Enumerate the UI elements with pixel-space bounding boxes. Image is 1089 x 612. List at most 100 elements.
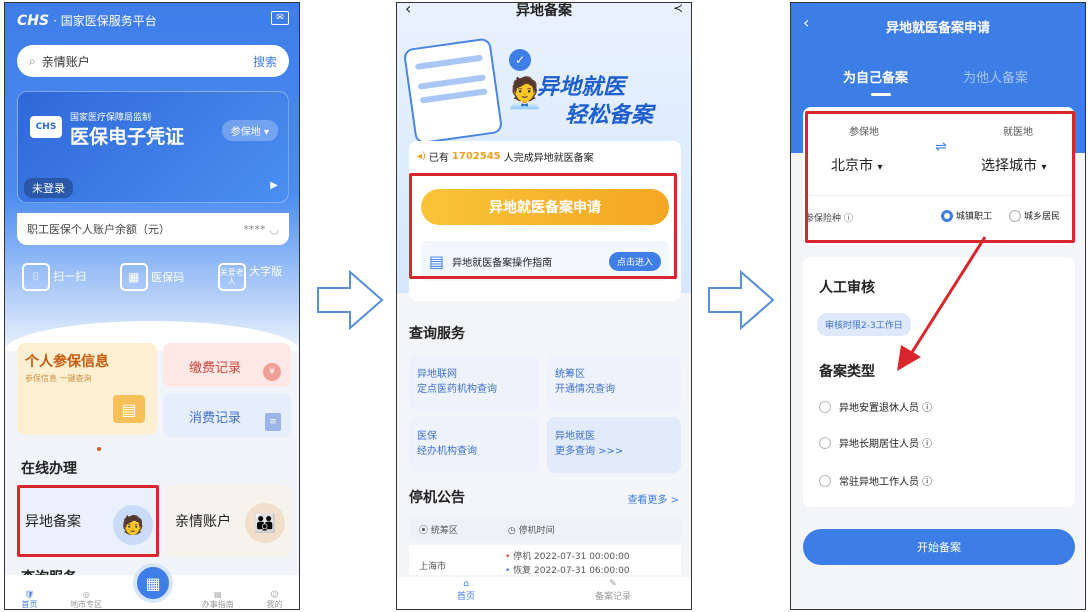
home-icon: ⌂ <box>463 579 469 589</box>
col-time-label: 停机时间 <box>518 525 555 536</box>
notice-resume: 恢复 2022-07-31 06:00:00 <box>513 566 630 575</box>
arrow-right-icon <box>317 269 384 331</box>
bigfont-label: 大字版 <box>249 265 283 278</box>
family-account-label: 亲情账户 <box>175 514 231 530</box>
payment-label: 缴费记录 <box>189 361 242 376</box>
count-pre: 已有 <box>428 153 449 164</box>
check-icon: ✓ <box>509 49 531 71</box>
tab-indicator <box>871 93 891 96</box>
notice-title: 停机公告 <box>409 490 465 506</box>
nav2-records-label: 备案记录 <box>594 592 631 602</box>
tile4-line2: 更多查询 >>> <box>555 446 624 457</box>
code-action[interactable]: ▦ 医保码 <box>119 259 185 329</box>
share-icon[interactable]: ≺ <box>673 3 683 15</box>
location-icon: ◎ <box>82 590 90 599</box>
balance-row[interactable]: 职工医保个人账户余额（元） **** ◡ <box>17 213 289 245</box>
query-tile-2[interactable]: 统筹区 开通情况查询 <box>547 355 681 411</box>
tile2-line1: 统筹区 <box>555 369 585 380</box>
banner-line2: 轻松备案 <box>565 103 654 128</box>
search-icon: ⌕ <box>29 53 36 68</box>
category-option-3[interactable]: 常驻异地工作人员 ⓘ <box>819 473 932 488</box>
search-bar[interactable]: ⌕ 亲情账户 搜索 <box>17 45 289 77</box>
nav-home-label: 首页 <box>21 600 38 609</box>
count-post: 人完成异地就医备案 <box>503 153 594 164</box>
region-select[interactable]: 参保地 ▾ <box>221 120 278 141</box>
page-dot <box>97 447 101 451</box>
nav2-records[interactable]: ✎ 备案记录 <box>594 579 631 609</box>
radio-empty-icon <box>819 436 831 449</box>
start-filing-button[interactable]: 开始备案 <box>803 529 1075 565</box>
medical-card[interactable]: CHS 国家医疗保障局监制 医保电子凭证 参保地 ▾ 未登录 ▶ <box>17 91 289 203</box>
chevron-right-icon[interactable]: ▶ <box>270 180 278 191</box>
folder-icon: ▤ <box>113 395 145 423</box>
message-icon[interactable]: ✉ <box>271 11 289 25</box>
query-tile-4[interactable]: 异地就医 更多查询 >>> <box>547 417 681 473</box>
query-tile-1[interactable]: 异地联网定点医药机构查询 <box>409 355 539 411</box>
nav-mine[interactable]: ☺ 我的 <box>267 590 283 609</box>
smile-icon: ☺ <box>270 590 279 599</box>
tile1-line1: 异地联网 <box>417 369 457 380</box>
radio-empty-icon <box>819 474 831 487</box>
quick-actions: ⌷ 扫一扫 ▦ 医保码 关爱老人 大字版 <box>5 259 299 329</box>
category-option-2[interactable]: 异地长期居住人员 ⓘ <box>819 435 932 450</box>
scan-label: 扫一扫 <box>53 270 87 283</box>
shield-icon: 🛡 <box>24 590 35 599</box>
family-account-tile[interactable]: 亲情账户 👪 <box>165 485 291 557</box>
scan-action[interactable]: ⌷ 扫一扫 <box>21 259 87 329</box>
code-label: 医保码 <box>151 271 185 284</box>
online-section-title: 在线办理 <box>21 461 77 477</box>
highlight-box-location <box>805 111 1075 243</box>
tile2-line2: 开通情况查询 <box>555 384 615 395</box>
personal-info-tile[interactable]: 个人参保信息 参保信息 一键查询 ▤ <box>17 343 157 435</box>
more-link[interactable]: 查看更多 > <box>627 491 679 506</box>
tab-other[interactable]: 为他人备案 <box>963 67 1028 86</box>
back-icon[interactable]: ‹ <box>405 3 411 18</box>
yen-icon: ¥ <box>263 363 281 381</box>
consume-tile[interactable]: 消费记录 ≡ <box>163 393 291 437</box>
receipt-icon: ≡ <box>265 413 281 431</box>
nav-city-label: 地市专区 <box>70 600 103 609</box>
chs-badge-icon: CHS <box>30 116 62 138</box>
count-value: 1702545 <box>451 151 501 162</box>
search-input[interactable]: 亲情账户 <box>42 53 253 70</box>
personal-info-sub: 参保信息 一键查询 <box>25 374 92 383</box>
tile1-line2: 定点医药机构查询 <box>417 384 497 395</box>
nav-guide[interactable]: ▤ 办事指南 <box>202 590 234 609</box>
login-status[interactable]: 未登录 <box>24 178 73 198</box>
eye-icon[interactable]: ◡ <box>269 223 279 236</box>
personal-info-title: 个人参保信息 <box>25 354 109 370</box>
page-title: 异地备案 <box>516 3 572 19</box>
category-label-1: 异地安置退休人员 ⓘ <box>839 403 933 414</box>
qrcode-fab[interactable]: ▦ <box>133 563 173 603</box>
platform-name: · 国家医保服务平台 <box>53 14 157 28</box>
query-tile-3[interactable]: 医保 经办机构查询 <box>409 417 539 473</box>
tab-self[interactable]: 为自己备案 <box>843 67 908 86</box>
category-title: 备案类型 <box>819 364 875 380</box>
scan-icon: ⌷ <box>21 263 50 291</box>
bigfont-action[interactable]: 关爱老人 大字版 <box>217 259 283 329</box>
highlight-box-apply <box>409 173 677 279</box>
payment-tile[interactable]: 缴费记录 ¥ <box>163 343 291 387</box>
review-title: 人工审核 <box>819 280 875 296</box>
col-region-label: 统筹区 <box>430 525 458 536</box>
tile3-line2: 经办机构查询 <box>417 446 477 457</box>
nav-home[interactable]: 🛡 首页 <box>21 590 38 609</box>
category-label-2: 异地长期居住人员 ⓘ <box>839 439 933 450</box>
notice-city: 上海市 <box>419 562 447 572</box>
qrcode-icon: ▦ <box>119 263 148 291</box>
care-icon: 关爱老人 <box>217 263 246 291</box>
highlight-box-remote <box>17 485 159 557</box>
edit-icon: ✎ <box>609 579 617 589</box>
nav-city[interactable]: ◎ 地市专区 <box>70 590 103 609</box>
category-option-1[interactable]: 异地安置退休人员 ⓘ <box>819 399 932 414</box>
phone-apply-form: ‹ 异地就医备案申请 为自己备案 为他人备案 参保地 北京市 ▾ ⇌ 就医地 选… <box>790 2 1086 610</box>
speaker-icon: ◂) <box>417 151 426 162</box>
document-icon: ▤ <box>214 590 222 599</box>
consume-label: 消费记录 <box>189 411 242 426</box>
nav2-home[interactable]: ⌂ 首页 <box>456 579 475 609</box>
family-icon: 👪 <box>245 503 285 543</box>
search-button[interactable]: 搜索 <box>253 53 277 70</box>
col-time: ◷ 停机时间 <box>507 525 555 536</box>
nav2-home-label: 首页 <box>456 592 475 602</box>
balance-label: 职工医保个人账户余额（元） <box>27 223 170 236</box>
